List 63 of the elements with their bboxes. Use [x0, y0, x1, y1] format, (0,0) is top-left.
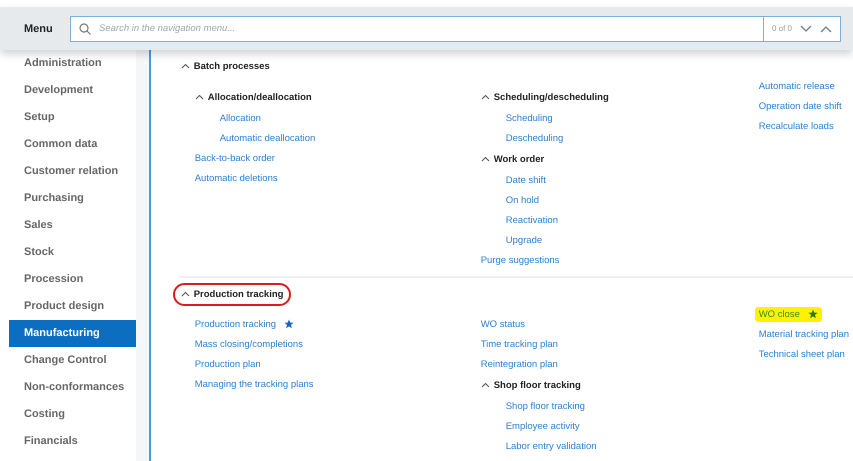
sidebar-item[interactable]: Purchasing: [0, 185, 136, 212]
menu-link[interactable]: Production tracking: [194, 318, 276, 330]
sidebar-item[interactable]: Procession: [0, 266, 136, 293]
menu-link[interactable]: Automatic release: [758, 80, 835, 92]
menu-link[interactable]: Labor entry validation: [506, 440, 597, 452]
chevron-icon: [480, 382, 490, 388]
menu-link[interactable]: Automatic deallocation: [220, 132, 316, 144]
chevron-icon: [194, 94, 204, 100]
menu-link[interactable]: Automatic deletions: [194, 172, 278, 184]
sidebar-item[interactable]: Setup: [0, 104, 136, 131]
group-toggle[interactable]: Scheduling/descheduling: [470, 86, 743, 108]
sidebar-item[interactable]: Administration: [0, 50, 136, 77]
previous-match-icon[interactable]: [820, 24, 832, 32]
menu-link[interactable]: Time tracking plan: [480, 338, 558, 350]
star-icon[interactable]: [284, 319, 294, 329]
chevron-icon: [180, 63, 190, 69]
section-toggle[interactable]: Batch processes: [172, 54, 278, 78]
sidebar-item[interactable]: Costing: [0, 401, 136, 428]
menu-link[interactable]: Production plan: [194, 358, 261, 370]
sidebar-item[interactable]: Change Control: [0, 347, 136, 374]
group-toggle[interactable]: Work order: [470, 148, 743, 170]
menu-link[interactable]: Technical sheet plan: [758, 348, 845, 360]
menu-link[interactable]: WO close: [758, 308, 800, 320]
sidebar-item[interactable]: Stock: [0, 239, 136, 266]
sidebar-item[interactable]: Non-conformances: [0, 374, 136, 401]
match-count: 0 of 0: [772, 24, 792, 33]
menu-link[interactable]: Recalculate loads: [758, 120, 834, 132]
menu-link[interactable]: WO status: [480, 318, 526, 330]
chevron-icon: [480, 94, 490, 100]
menu-link[interactable]: Purge suggestions: [480, 254, 560, 266]
sidebar-item[interactable]: Customer relation: [0, 158, 136, 185]
menu-link[interactable]: Descheduling: [506, 132, 564, 144]
star-icon[interactable]: [808, 309, 818, 319]
sidebar-item[interactable]: Manufacturing: [9, 320, 136, 347]
menu-link[interactable]: Managing the tracking plans: [194, 378, 314, 390]
menu-link[interactable]: Upgrade: [506, 234, 542, 246]
sidebar-item[interactable]: Financials: [0, 428, 136, 455]
menu-title: Menu: [24, 22, 54, 34]
menu-link[interactable]: Date shift: [506, 174, 546, 186]
group-toggle[interactable]: Allocation/deallocation: [178, 86, 470, 108]
section-toggle[interactable]: Production tracking: [172, 282, 292, 306]
menu-link[interactable]: Mass closing/completions: [194, 338, 303, 350]
search-icon: [79, 22, 91, 34]
chevron-icon: [180, 291, 190, 297]
sidebar-item[interactable]: Sales: [0, 212, 136, 239]
menu-link[interactable]: Scheduling: [506, 112, 553, 124]
menu-link[interactable]: Reactivation: [506, 214, 558, 226]
sidebar-item[interactable]: Common data: [0, 131, 136, 158]
menu-link[interactable]: On hold: [506, 194, 539, 206]
chevron-icon: [480, 156, 490, 162]
menu-link[interactable]: Back-to-back order: [194, 152, 275, 164]
menu-link[interactable]: Material tracking plan: [758, 328, 849, 340]
menu-link[interactable]: Allocation: [220, 112, 261, 124]
group-toggle[interactable]: Shop floor tracking: [470, 374, 743, 396]
menu-link[interactable]: Reintegration plan: [480, 358, 558, 370]
next-match-icon[interactable]: [800, 24, 812, 32]
menu-link[interactable]: Operation date shift: [758, 100, 842, 112]
search-field[interactable]: Search in the navigation menu...: [97, 22, 763, 35]
search-field[interactable]: Search in the navigation menu... 0 of 0: [70, 16, 841, 42]
menu-link[interactable]: Shop floor tracking: [506, 400, 585, 412]
sidebar-item[interactable]: Development: [0, 77, 136, 104]
menu-link[interactable]: Employee activity: [506, 420, 580, 432]
sidebar-item[interactable]: Product design: [0, 293, 136, 320]
